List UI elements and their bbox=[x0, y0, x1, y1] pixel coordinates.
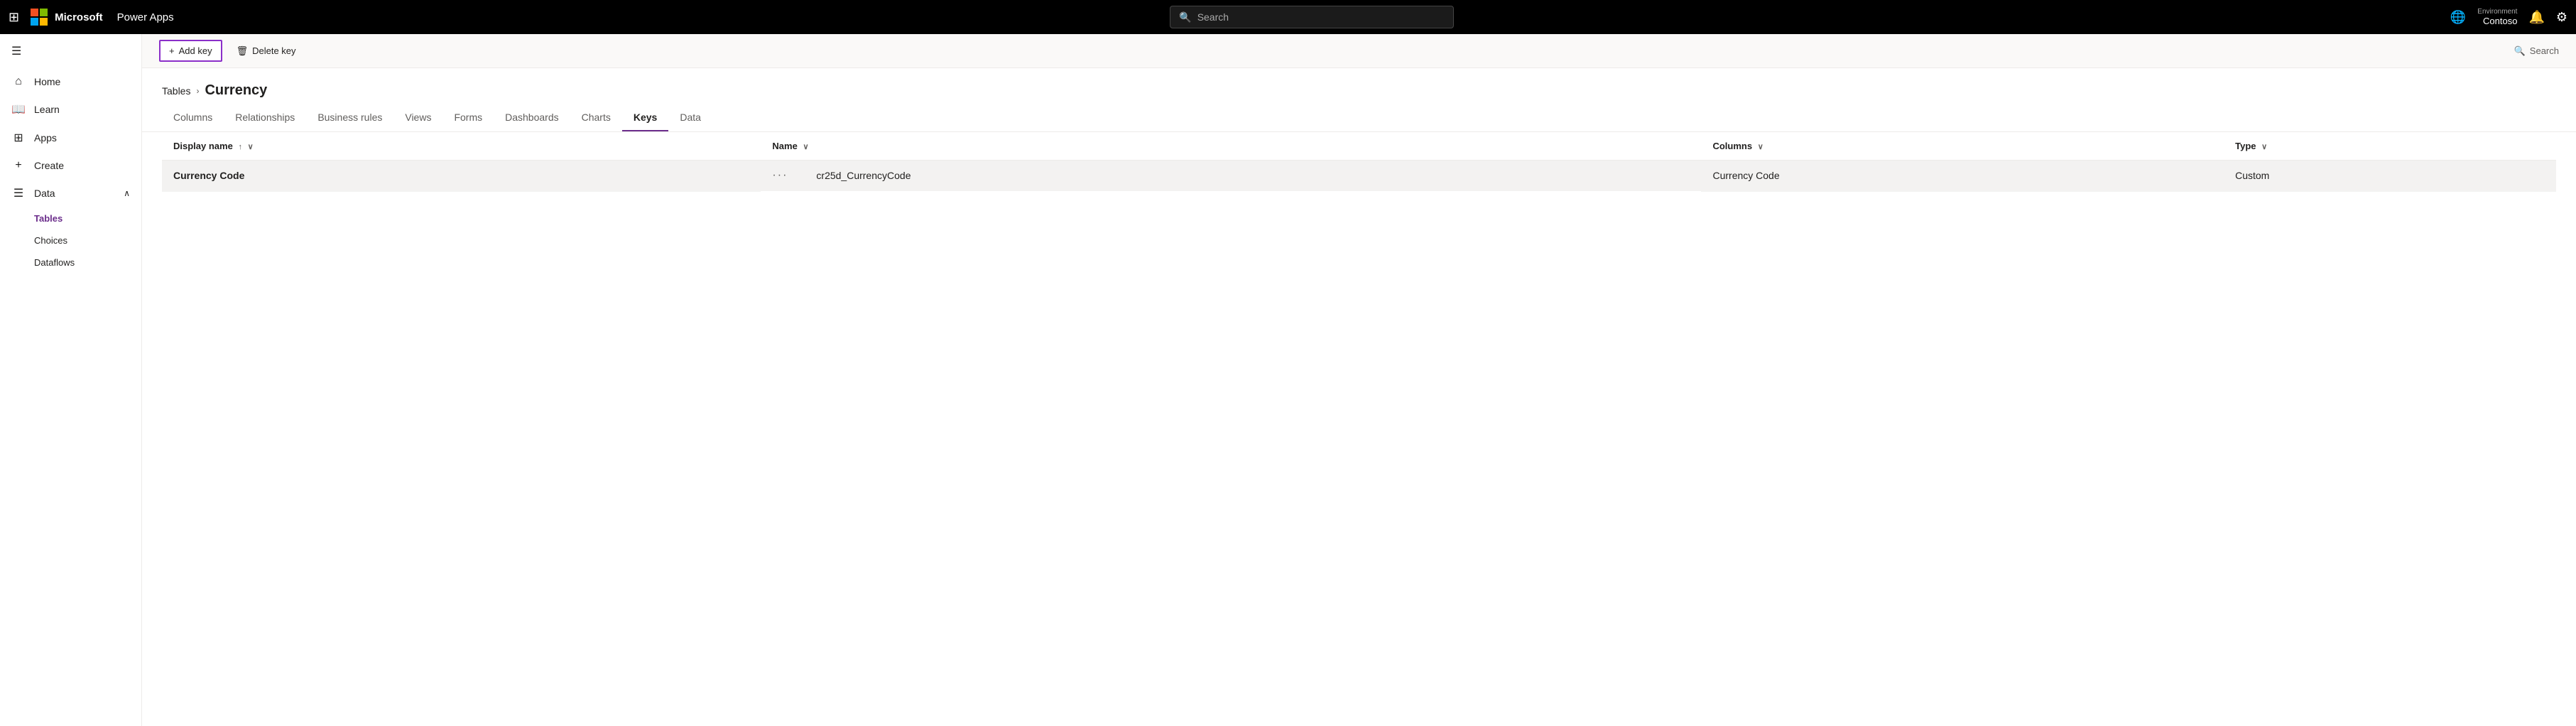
breadcrumb: Tables › Currency bbox=[142, 68, 2576, 104]
tab-views[interactable]: Views bbox=[393, 104, 442, 131]
cell-row-menu: ··· cr25d_CurrencyCode bbox=[761, 161, 1701, 191]
create-icon: + bbox=[11, 159, 26, 172]
microsoft-label: Microsoft bbox=[55, 11, 103, 23]
add-icon: + bbox=[169, 45, 175, 56]
content-area: + Add key 🗑 Delete key 🔍 Search Tables ›… bbox=[142, 34, 2576, 726]
waffle-icon[interactable]: ⊞ bbox=[9, 10, 19, 25]
tab-business-rules[interactable]: Business rules bbox=[306, 104, 393, 131]
topbar: ⊞ Microsoft Power Apps 🔍 🌐 Environment C… bbox=[0, 0, 2576, 34]
tab-keys[interactable]: Keys bbox=[622, 104, 668, 131]
notification-icon[interactable]: 🔔 bbox=[2528, 10, 2544, 25]
microsoft-logo: Microsoft bbox=[31, 9, 103, 26]
sidebar-item-home[interactable]: ⌂ Home bbox=[0, 68, 141, 95]
col-type-sort-icon: ∨ bbox=[2261, 143, 2267, 151]
col-type-label: Type bbox=[2235, 141, 2256, 151]
search-container: 🔍 bbox=[185, 6, 2439, 28]
sidebar-data-label: Data bbox=[34, 188, 55, 199]
toolbar-search-icon: 🔍 bbox=[2514, 45, 2526, 57]
environment-label: Environment bbox=[2477, 8, 2517, 16]
environment-info: Environment Contoso bbox=[2477, 8, 2517, 26]
sidebar-item-create[interactable]: + Create bbox=[0, 152, 141, 179]
keys-table: Display name ↑ ∨ Name ∨ Columns ∨ bbox=[162, 132, 2556, 192]
topbar-right-section: 🌐 Environment Contoso 🔔 ⚙ bbox=[2450, 8, 2567, 26]
breadcrumb-separator: › bbox=[196, 86, 199, 96]
toolbar-search-label: Search bbox=[2530, 45, 2559, 56]
add-key-button[interactable]: + Add key bbox=[159, 40, 222, 62]
environment-icon[interactable]: 🌐 bbox=[2450, 10, 2466, 25]
col-name-label: Name bbox=[772, 141, 797, 151]
main-layout: ☰ ⌂ Home 📖 Learn ⊞ Apps + Create ☰ Data … bbox=[0, 34, 2576, 726]
keys-table-container: Display name ↑ ∨ Name ∨ Columns ∨ bbox=[142, 132, 2576, 192]
apps-icon: ⊞ bbox=[11, 131, 26, 145]
tab-forms[interactable]: Forms bbox=[442, 104, 494, 131]
col-display-name-label: Display name bbox=[173, 141, 233, 151]
sidebar-apps-label: Apps bbox=[34, 132, 57, 143]
delete-key-label: Delete key bbox=[252, 45, 295, 56]
page-content: Tables › Currency Columns Relationships … bbox=[142, 68, 2576, 726]
sidebar-learn-label: Learn bbox=[34, 104, 60, 115]
tab-dashboards[interactable]: Dashboards bbox=[494, 104, 570, 131]
sidebar-subitem-dataflows[interactable]: Dataflows bbox=[34, 251, 141, 273]
name-value: cr25d_CurrencyCode bbox=[816, 170, 911, 181]
global-search-box[interactable]: 🔍 bbox=[1170, 6, 1454, 28]
environment-name: Contoso bbox=[2483, 16, 2517, 26]
col-dropdown-icon[interactable]: ∨ bbox=[248, 143, 254, 151]
col-name-sort-icon: ∨ bbox=[803, 143, 808, 151]
sidebar-subitem-choices[interactable]: Choices bbox=[34, 229, 141, 251]
cell-columns: Currency Code bbox=[1701, 161, 2224, 192]
delete-key-button[interactable]: 🗑 Delete key bbox=[228, 41, 305, 61]
col-type[interactable]: Type ∨ bbox=[2224, 132, 2556, 161]
row-context-menu[interactable]: ··· bbox=[772, 169, 788, 182]
tabs-bar: Columns Relationships Business rules Vie… bbox=[142, 104, 2576, 132]
add-key-label: Add key bbox=[179, 45, 212, 56]
table-body: Currency Code ··· cr25d_CurrencyCode Cur… bbox=[162, 161, 2556, 192]
col-display-name[interactable]: Display name ↑ ∨ bbox=[162, 132, 761, 161]
table-row[interactable]: Currency Code ··· cr25d_CurrencyCode Cur… bbox=[162, 161, 2556, 192]
sidebar-item-learn[interactable]: 📖 Learn bbox=[0, 95, 141, 124]
col-columns-label: Columns bbox=[1712, 141, 1752, 151]
sort-asc-icon: ↑ bbox=[238, 143, 242, 151]
breadcrumb-parent[interactable]: Tables bbox=[162, 85, 190, 97]
tab-columns[interactable]: Columns bbox=[162, 104, 224, 131]
table-header: Display name ↑ ∨ Name ∨ Columns ∨ bbox=[162, 132, 2556, 161]
sidebar-create-label: Create bbox=[34, 160, 64, 171]
toolbar: + Add key 🗑 Delete key 🔍 Search bbox=[142, 34, 2576, 68]
data-expand-chevron: ∧ bbox=[124, 188, 130, 198]
global-search-input[interactable] bbox=[1197, 11, 1445, 23]
data-icon: ☰ bbox=[11, 186, 26, 200]
cell-display-name: Currency Code bbox=[162, 161, 761, 192]
microsoft-logo-icon bbox=[31, 9, 48, 26]
sidebar-subitem-tables[interactable]: Tables bbox=[34, 207, 141, 229]
delete-icon: 🗑 bbox=[237, 45, 249, 57]
tab-charts[interactable]: Charts bbox=[570, 104, 622, 131]
col-name[interactable]: Name ∨ bbox=[761, 132, 1701, 161]
toolbar-search-button[interactable]: 🔍 Search bbox=[2514, 45, 2559, 57]
sidebar-item-data[interactable]: ☰ Data ∧ bbox=[0, 179, 141, 207]
sidebar-item-apps[interactable]: ⊞ Apps bbox=[0, 124, 141, 152]
cell-type: Custom bbox=[2224, 161, 2556, 192]
breadcrumb-current: Currency bbox=[205, 82, 267, 99]
sidebar: ☰ ⌂ Home 📖 Learn ⊞ Apps + Create ☰ Data … bbox=[0, 34, 142, 726]
sidebar-home-label: Home bbox=[34, 76, 60, 87]
tab-relationships[interactable]: Relationships bbox=[224, 104, 306, 131]
display-name-value: Currency Code bbox=[173, 170, 244, 181]
home-icon: ⌂ bbox=[11, 75, 26, 88]
hamburger-button[interactable]: ☰ bbox=[0, 34, 141, 68]
col-columns-sort-icon: ∨ bbox=[1758, 143, 1763, 151]
col-columns[interactable]: Columns ∨ bbox=[1701, 132, 2224, 161]
settings-icon[interactable]: ⚙ bbox=[2556, 10, 2567, 25]
learn-icon: 📖 bbox=[11, 102, 26, 117]
tab-data[interactable]: Data bbox=[668, 104, 712, 131]
sidebar-data-subitems: Tables Choices Dataflows bbox=[0, 207, 141, 273]
app-name-label: Power Apps bbox=[117, 11, 174, 23]
search-icon: 🔍 bbox=[1179, 11, 1191, 23]
